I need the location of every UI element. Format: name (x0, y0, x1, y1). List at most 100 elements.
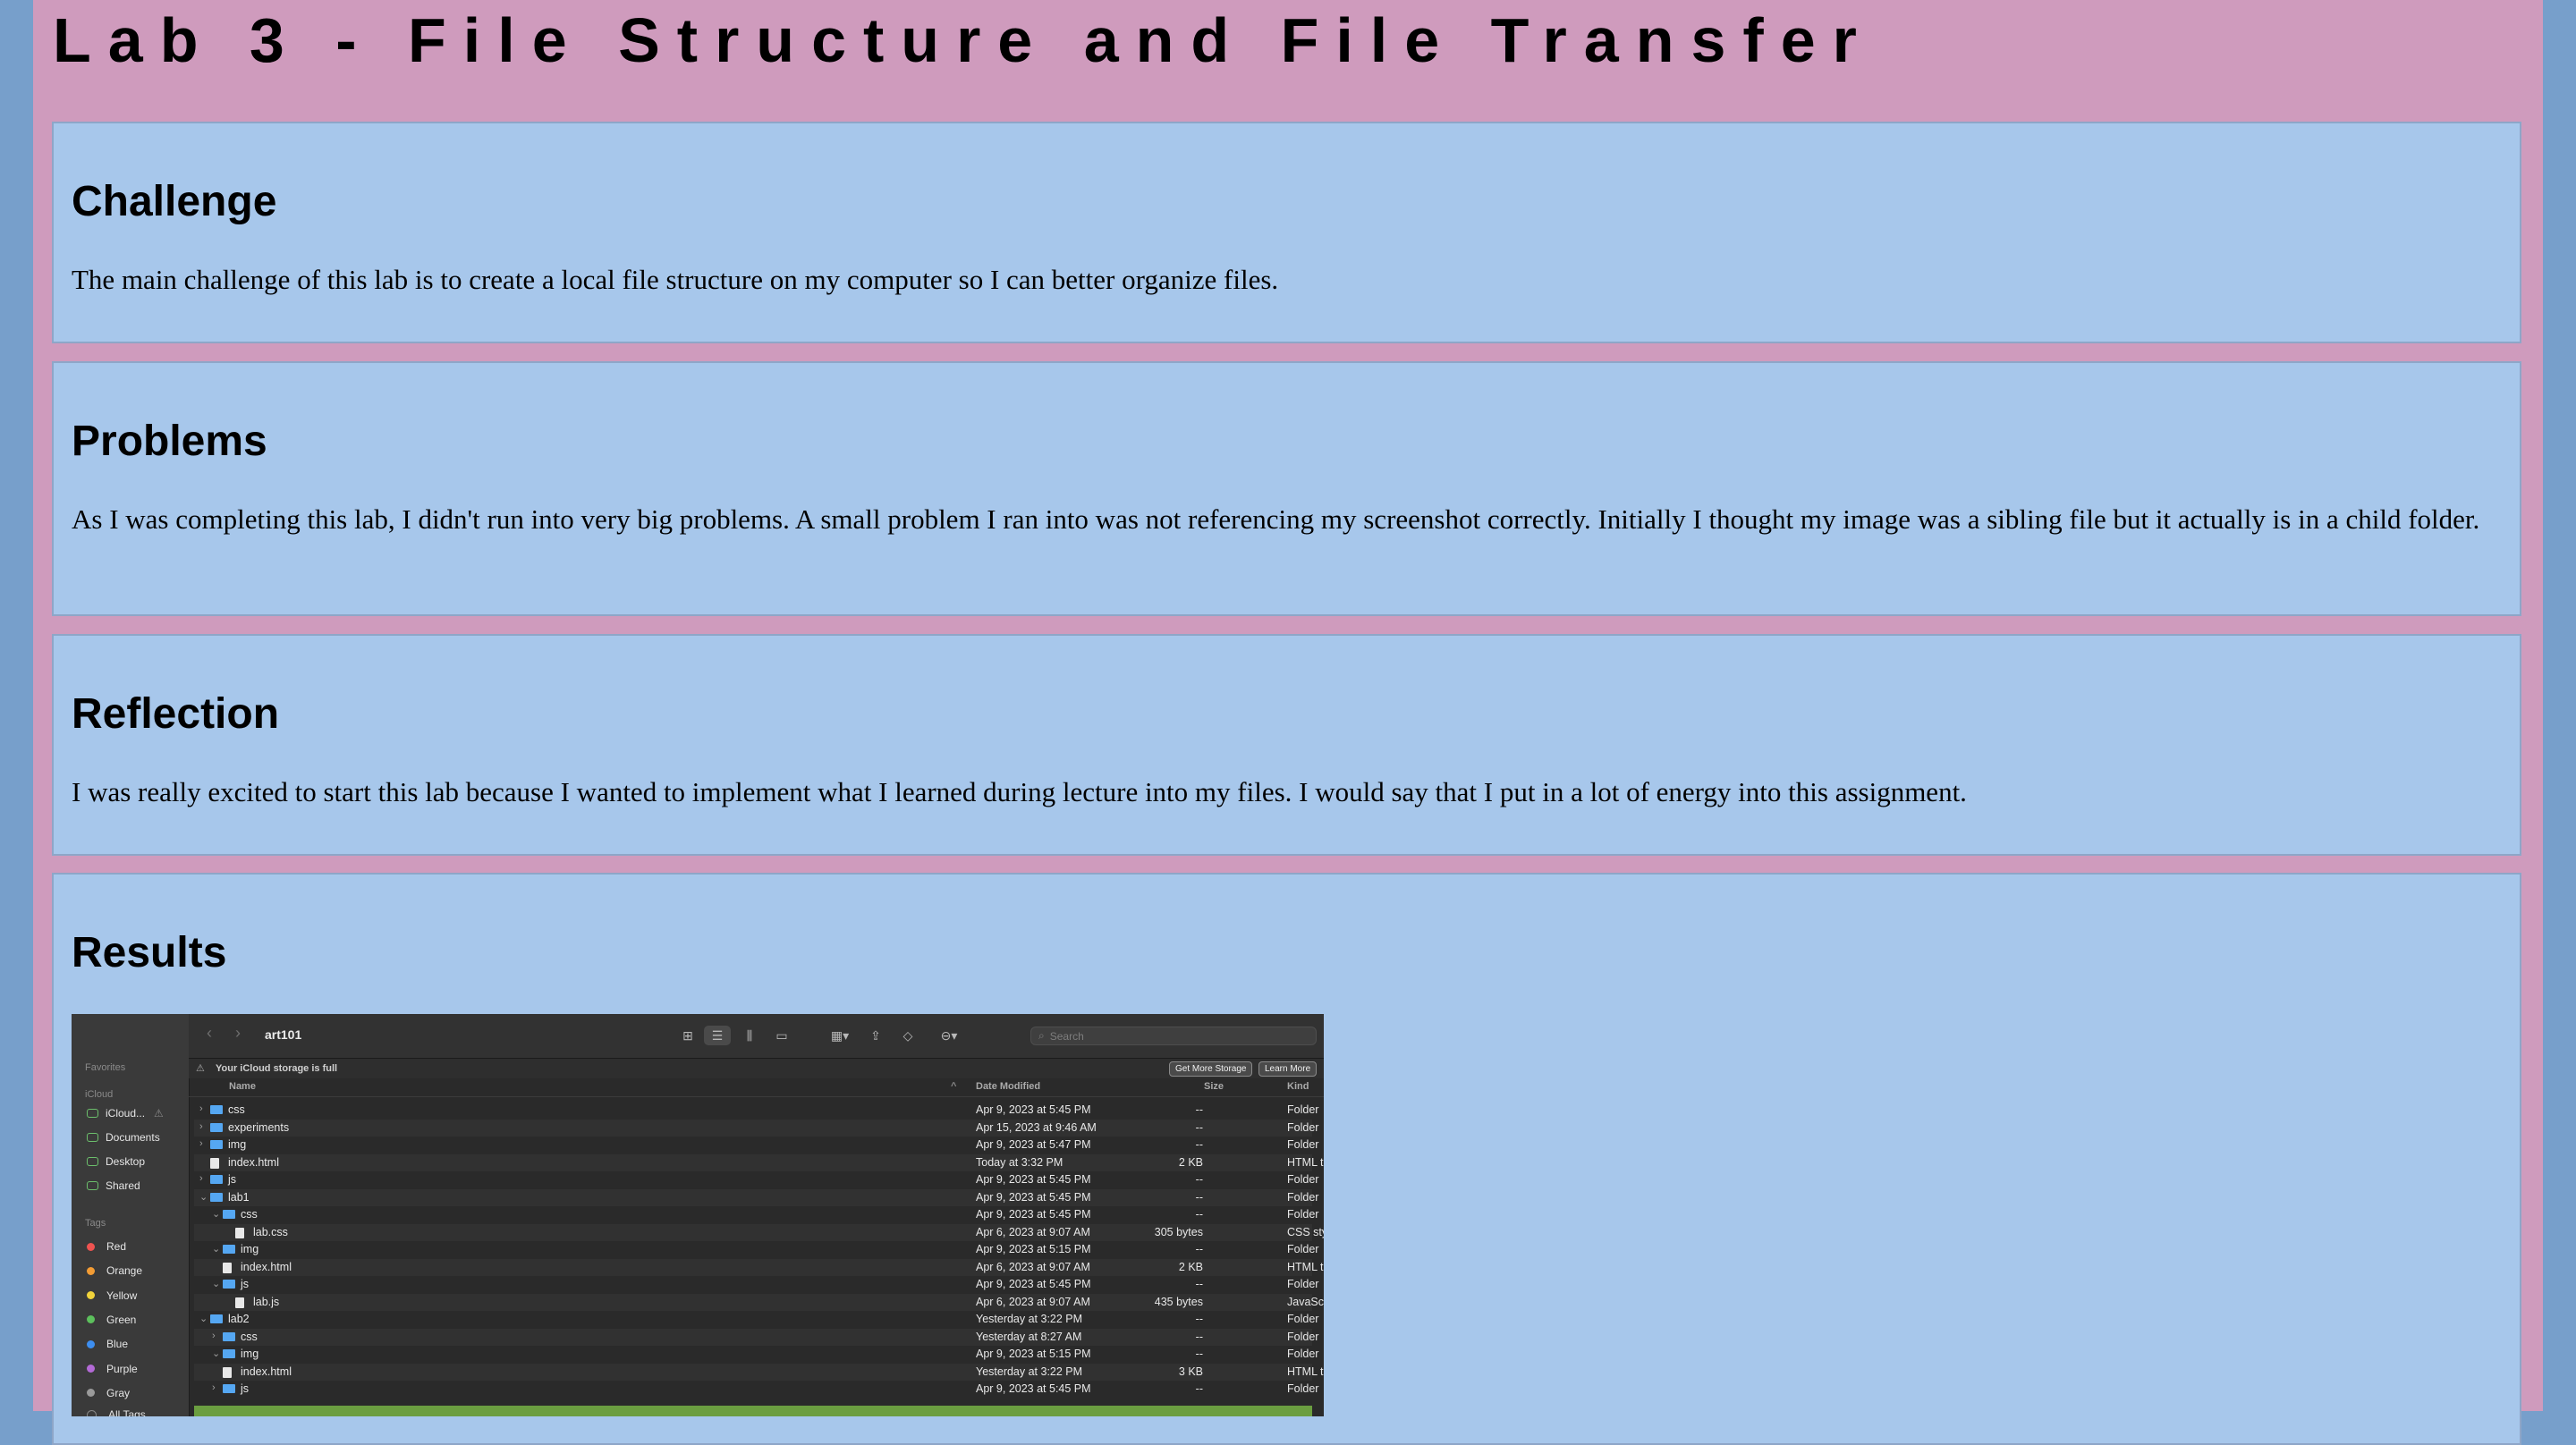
tag-dot-icon (87, 1389, 95, 1398)
file-row[interactable]: › js Apr 9, 2023 at 5:45 PM -- Folder (194, 1171, 1318, 1188)
icon-view-icon[interactable]: ⊞ (677, 1026, 699, 1045)
page-title: Lab 3 - File Structure and File Transfer (53, 5, 1874, 75)
file-size: -- (1195, 1278, 1203, 1290)
chevron-right-icon[interactable]: › (199, 1138, 203, 1149)
file-row[interactable]: › js Apr 9, 2023 at 5:45 PM -- Folder (194, 1381, 1318, 1398)
list-view-icon[interactable]: ☰ (704, 1026, 731, 1045)
column-headers: Name ^ Date Modified Size Kind (189, 1078, 1324, 1097)
icloud-label: iCloud (85, 1089, 114, 1100)
sidebar-item-icloud-drive[interactable]: iCloud... ⚠ (87, 1104, 164, 1122)
file-size: 305 bytes (1154, 1225, 1203, 1238)
learn-more-button[interactable]: Learn More (1258, 1061, 1318, 1077)
document-icon (87, 1133, 98, 1142)
sidebar-tag-gray[interactable]: Gray (87, 1384, 130, 1402)
file-kind: Folder (1287, 1278, 1319, 1290)
folder-icon (223, 1210, 235, 1219)
sidebar-tag-blue[interactable]: Blue (87, 1335, 128, 1353)
back-icon[interactable]: ‹ (207, 1024, 212, 1043)
file-row[interactable]: ⌄ lab1 Apr 9, 2023 at 5:45 PM -- Folder (194, 1188, 1318, 1206)
file-kind: Folder (1287, 1190, 1319, 1204)
chevron-down-icon[interactable]: ⌄ (212, 1278, 220, 1289)
file-name: lab.js (253, 1295, 280, 1308)
get-more-storage-button[interactable]: Get More Storage (1169, 1061, 1253, 1077)
chevron-right-icon[interactable]: › (212, 1331, 216, 1341)
file-date: Apr 9, 2023 at 5:45 PM (976, 1173, 1091, 1186)
chevron-right-icon[interactable]: › (199, 1121, 203, 1132)
file-row[interactable]: › css Yesterday at 8:27 AM -- Folder (194, 1328, 1318, 1346)
file-size: -- (1195, 1348, 1203, 1360)
file-row[interactable]: index.html Yesterday at 3:22 PM 3 KB HTML t… (194, 1363, 1324, 1381)
folder-icon (210, 1122, 223, 1132)
file-row[interactable]: ⌄ lab2 Yesterday at 3:22 PM -- Folder (194, 1311, 1318, 1328)
column-name[interactable]: Name (229, 1081, 256, 1092)
file-row[interactable]: lab.css Apr 6, 2023 at 9:07 AM 305 bytes CS… (194, 1223, 1324, 1241)
file-row[interactable]: ⌄ img Apr 9, 2023 at 5:15 PM -- Folder (194, 1241, 1318, 1258)
file-row[interactable]: ⌄ js Apr 9, 2023 at 5:45 PM -- Folder (194, 1276, 1318, 1293)
file-row[interactable]: index.html Apr 6, 2023 at 9:07 AM 2 KB HTML… (194, 1258, 1324, 1276)
sidebar-item-documents[interactable]: Documents (87, 1128, 160, 1146)
file-row[interactable]: ⌄ img Apr 9, 2023 at 5:15 PM -- Folder (194, 1346, 1318, 1363)
file-row[interactable]: ⌄ css Apr 9, 2023 at 5:45 PM -- Folder (194, 1206, 1318, 1223)
reflection-section: Reflection I was really excited to start… (52, 634, 2521, 856)
file-row[interactable]: › img Apr 9, 2023 at 5:47 PM -- Folder (194, 1137, 1318, 1153)
tag-label: Gray (106, 1386, 131, 1399)
file-name: lab1 (228, 1190, 250, 1204)
forward-icon[interactable]: › (235, 1024, 241, 1043)
file-size: -- (1195, 1138, 1203, 1151)
column-size[interactable]: Size (1204, 1081, 1224, 1092)
gallery-view-icon[interactable]: ▭ (770, 1026, 793, 1045)
sidebar-tag-red[interactable]: Red (87, 1238, 126, 1255)
file-size: -- (1195, 1120, 1203, 1134)
problems-text: As I was completing this lab, I didn't r… (72, 503, 2480, 535)
tag-label: Purple (106, 1362, 138, 1375)
file-size: 3 KB (1178, 1365, 1203, 1378)
tag-label: Yellow (106, 1289, 138, 1302)
file-date: Apr 9, 2023 at 5:45 PM (976, 1103, 1091, 1116)
file-date: Yesterday at 3:22 PM (976, 1313, 1083, 1325)
selected-row[interactable] (194, 1406, 1312, 1416)
tag-icon[interactable]: ◇ (897, 1026, 919, 1045)
share-icon[interactable]: ⇪ (865, 1026, 886, 1045)
column-view-icon[interactable]: ⫼ (738, 1026, 761, 1045)
sidebar-tag-orange[interactable]: Orange (87, 1262, 142, 1280)
sidebar-tag-yellow[interactable]: Yellow (87, 1287, 137, 1305)
chevron-down-icon[interactable]: ⌄ (199, 1313, 208, 1324)
more-actions-icon[interactable]: ⊖▾ (933, 1026, 965, 1045)
file-icon (210, 1157, 219, 1169)
file-date: Apr 9, 2023 at 5:47 PM (976, 1138, 1091, 1151)
folder-icon (210, 1192, 223, 1202)
chevron-right-icon[interactable]: › (199, 1173, 203, 1184)
file-date: Apr 9, 2023 at 5:45 PM (976, 1278, 1091, 1290)
chevron-right-icon[interactable]: › (212, 1382, 216, 1393)
chevron-down-icon[interactable]: ⌄ (212, 1348, 220, 1359)
file-row[interactable]: lab.js Apr 6, 2023 at 9:07 AM 435 bytes Jav… (194, 1293, 1324, 1311)
chevron-down-icon[interactable]: ⌄ (199, 1191, 208, 1203)
file-size: -- (1195, 1330, 1203, 1343)
chevron-down-icon[interactable]: ⌄ (212, 1243, 220, 1255)
sidebar-item-desktop[interactable]: Desktop (87, 1153, 145, 1170)
sidebar-tag-green[interactable]: Green (87, 1311, 136, 1329)
file-row[interactable]: index.html Today at 3:32 PM 2 KB HTML text (194, 1153, 1324, 1171)
search-input[interactable]: ⌕ Search (1030, 1027, 1317, 1045)
folder-icon (223, 1331, 235, 1341)
file-name: css (241, 1330, 258, 1343)
chevron-right-icon[interactable]: › (199, 1103, 203, 1114)
file-row[interactable]: › css Apr 9, 2023 at 5:45 PM -- Folder (194, 1102, 1318, 1119)
file-name: index.html (241, 1260, 292, 1273)
file-size: -- (1195, 1313, 1203, 1325)
sidebar-item-shared[interactable]: Shared (87, 1177, 140, 1195)
file-name: js (241, 1278, 250, 1290)
column-kind[interactable]: Kind (1287, 1081, 1309, 1092)
shared-folder-icon (87, 1181, 98, 1190)
chevron-down-icon[interactable]: ⌄ (212, 1208, 220, 1220)
sidebar-item-all-tags[interactable]: All Tags... (87, 1406, 155, 1416)
file-row[interactable]: › experiments Apr 15, 2023 at 9:46 AM -- Fol… (194, 1119, 1318, 1137)
sidebar-tag-purple[interactable]: Purple (87, 1360, 138, 1378)
tag-dot-icon (87, 1365, 95, 1373)
sort-chevron-icon[interactable]: ^ (951, 1081, 956, 1092)
results-heading: Results (72, 929, 227, 976)
folder-icon (223, 1349, 235, 1358)
file-name: js (241, 1382, 250, 1395)
group-icon[interactable]: ▦▾ (824, 1026, 856, 1045)
column-date[interactable]: Date Modified (976, 1081, 1040, 1092)
